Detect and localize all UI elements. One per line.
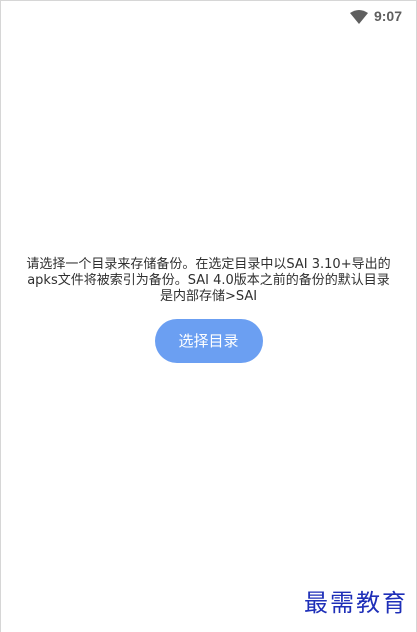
watermark: 最需教育: [304, 589, 408, 617]
status-bar: 9:07: [1, 1, 416, 31]
backup-dir-prompt: 请选择一个目录来存储备份。在选定目录中以SAI 3.10+导出的 apks文件将…: [9, 257, 408, 363]
wifi-icon: [349, 9, 368, 24]
app-screen: 9:07 请选择一个目录来存储备份。在选定目录中以SAI 3.10+导出的 ap…: [0, 0, 417, 632]
status-time: 9:07: [373, 8, 402, 24]
select-directory-button[interactable]: 选择目录: [154, 319, 263, 363]
backup-dir-message: 请选择一个目录来存储备份。在选定目录中以SAI 3.10+导出的 apks文件将…: [26, 257, 391, 304]
